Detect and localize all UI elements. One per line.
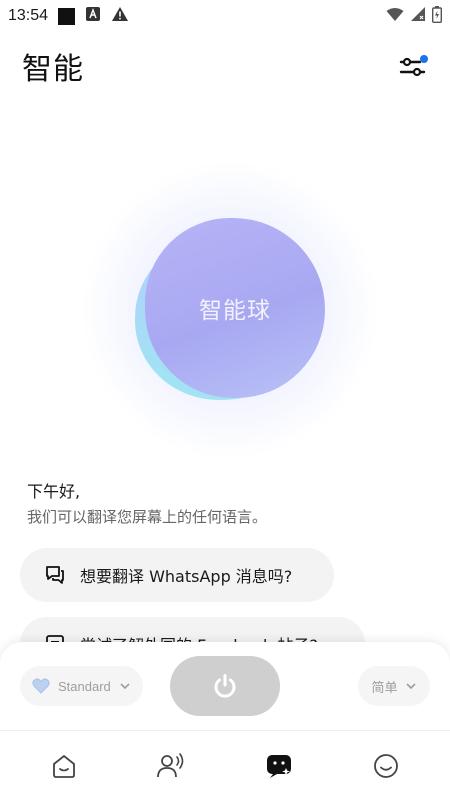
nav-item-home[interactable]: [34, 741, 94, 791]
suggestion-chip-whatsapp[interactable]: 想要翻译 WhatsApp 消息吗?: [20, 548, 334, 602]
settings-badge-dot: [420, 55, 428, 63]
smart-orb: 智能球: [80, 160, 380, 460]
status-time: 13:54: [8, 7, 49, 24]
battery-icon: [431, 5, 443, 27]
language-label: 简单: [371, 680, 398, 696]
notification-square-icon: [58, 7, 76, 25]
nav-item-smart[interactable]: [249, 741, 309, 791]
greeting-subtitle: 我们可以翻译您屏幕上的任何语言。: [27, 508, 268, 526]
smart-translate-icon: [266, 754, 291, 778]
warning-icon: [111, 6, 129, 26]
greeting-title: 下午好,: [27, 482, 81, 501]
power-icon: [214, 674, 236, 698]
chat-bubbles-icon: [46, 566, 64, 584]
heart-icon: [32, 678, 50, 694]
signal-icon: [410, 6, 426, 26]
mode-label: Standard: [58, 678, 111, 694]
page-title: 智能: [22, 52, 84, 87]
smile-icon: [374, 753, 399, 778]
nav-item-profile[interactable]: [356, 741, 416, 791]
power-button[interactable]: [170, 656, 280, 716]
app-a-icon: [85, 6, 101, 26]
control-panel: Standard 简单: [0, 642, 450, 730]
nav-item-voice[interactable]: [141, 741, 201, 791]
bottom-nav: [0, 730, 450, 800]
voice-person-icon: [157, 752, 184, 777]
chevron-down-icon: [405, 683, 416, 690]
greeting: 下午好, 我们可以翻译您屏幕上的任何语言。: [27, 478, 267, 527]
mode-selector[interactable]: Standard: [20, 666, 143, 706]
language-selector[interactable]: 简单: [358, 666, 430, 706]
suggestion-text: 想要翻译 WhatsApp 消息吗?: [80, 567, 293, 586]
app-header: 智能: [22, 44, 428, 88]
chevron-down-icon: [120, 683, 130, 690]
status-bar: 13:54: [0, 0, 450, 32]
wifi-icon: [386, 7, 404, 26]
orb-button[interactable]: [145, 218, 325, 398]
settings-button[interactable]: [398, 51, 428, 81]
home-icon: [52, 754, 75, 778]
